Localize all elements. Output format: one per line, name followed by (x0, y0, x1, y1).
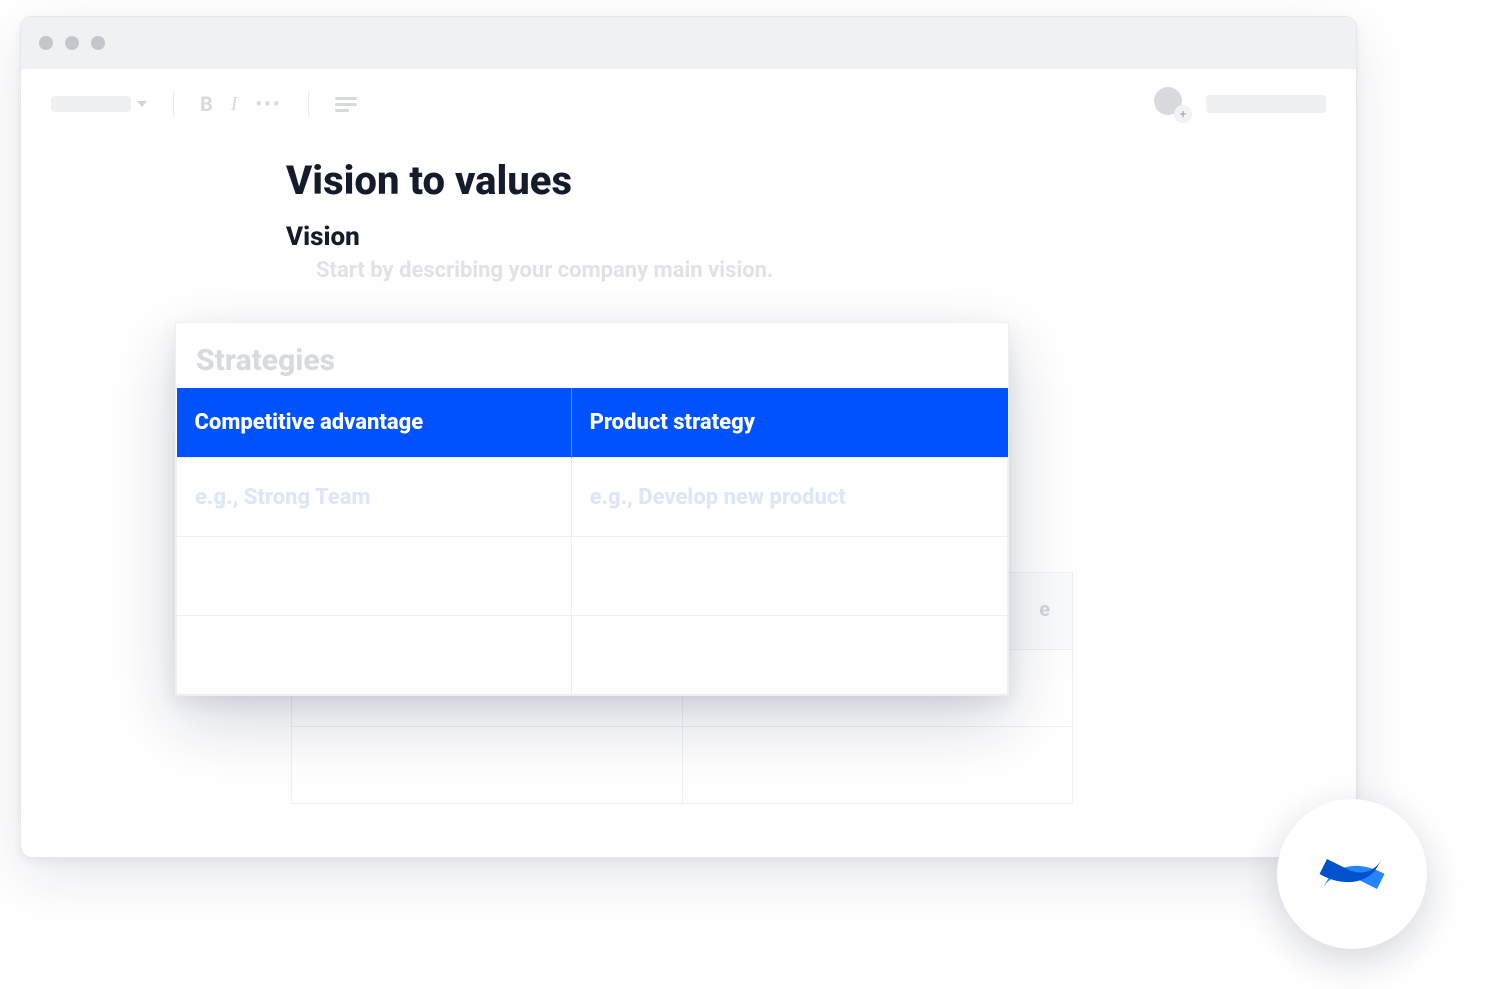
confluence-logo-badge (1277, 799, 1427, 949)
confluence-icon (1312, 834, 1392, 914)
traffic-light-minimize[interactable] (65, 36, 79, 50)
bg-table-cell[interactable] (682, 727, 1073, 803)
editor-toolbar: B I ••• + (21, 69, 1356, 139)
window-titlebar (21, 17, 1356, 69)
table-row (177, 616, 1008, 695)
more-formatting-button[interactable]: ••• (255, 99, 281, 109)
card-title[interactable]: Strategies (176, 323, 1008, 388)
table-cell[interactable] (571, 616, 1007, 695)
traffic-light-close[interactable] (39, 36, 53, 50)
table-cell[interactable]: e.g., Strong Team (177, 458, 572, 537)
toolbar-separator (308, 91, 309, 117)
add-collaborator-icon[interactable]: + (1174, 105, 1192, 123)
table-header-competitive-advantage[interactable]: Competitive advantage (177, 388, 572, 458)
table-header-product-strategy[interactable]: Product strategy (571, 388, 1007, 458)
share-avatars[interactable]: + (1154, 87, 1188, 121)
publish-button-placeholder[interactable] (1206, 95, 1326, 113)
bold-button[interactable]: B (200, 92, 213, 116)
strategies-card: Strategies Competitive advantage Product… (175, 322, 1009, 696)
table-cell[interactable] (177, 537, 572, 616)
bg-table-cell[interactable] (292, 727, 682, 803)
style-dropdown[interactable] (51, 96, 147, 112)
vision-placeholder-text[interactable]: Start by describing your company main vi… (316, 258, 1086, 283)
strategies-table: Competitive advantage Product strategy e… (176, 388, 1008, 695)
section-heading-vision[interactable]: Vision (286, 222, 1086, 252)
chevron-down-icon (137, 101, 147, 107)
table-cell[interactable] (571, 537, 1007, 616)
table-cell[interactable]: e.g., Develop new product (571, 458, 1007, 537)
table-row (177, 537, 1008, 616)
table-row: e.g., Strong Team e.g., Develop new prod… (177, 458, 1008, 537)
table-cell[interactable] (177, 616, 572, 695)
toolbar-separator (173, 91, 174, 117)
document-body: Vision to values Vision Start by describ… (21, 157, 1356, 283)
page-title[interactable]: Vision to values (286, 157, 1086, 204)
traffic-light-zoom[interactable] (91, 36, 105, 50)
italic-button[interactable]: I (231, 93, 238, 116)
style-dropdown-placeholder (51, 96, 131, 112)
align-left-icon[interactable] (335, 97, 357, 112)
